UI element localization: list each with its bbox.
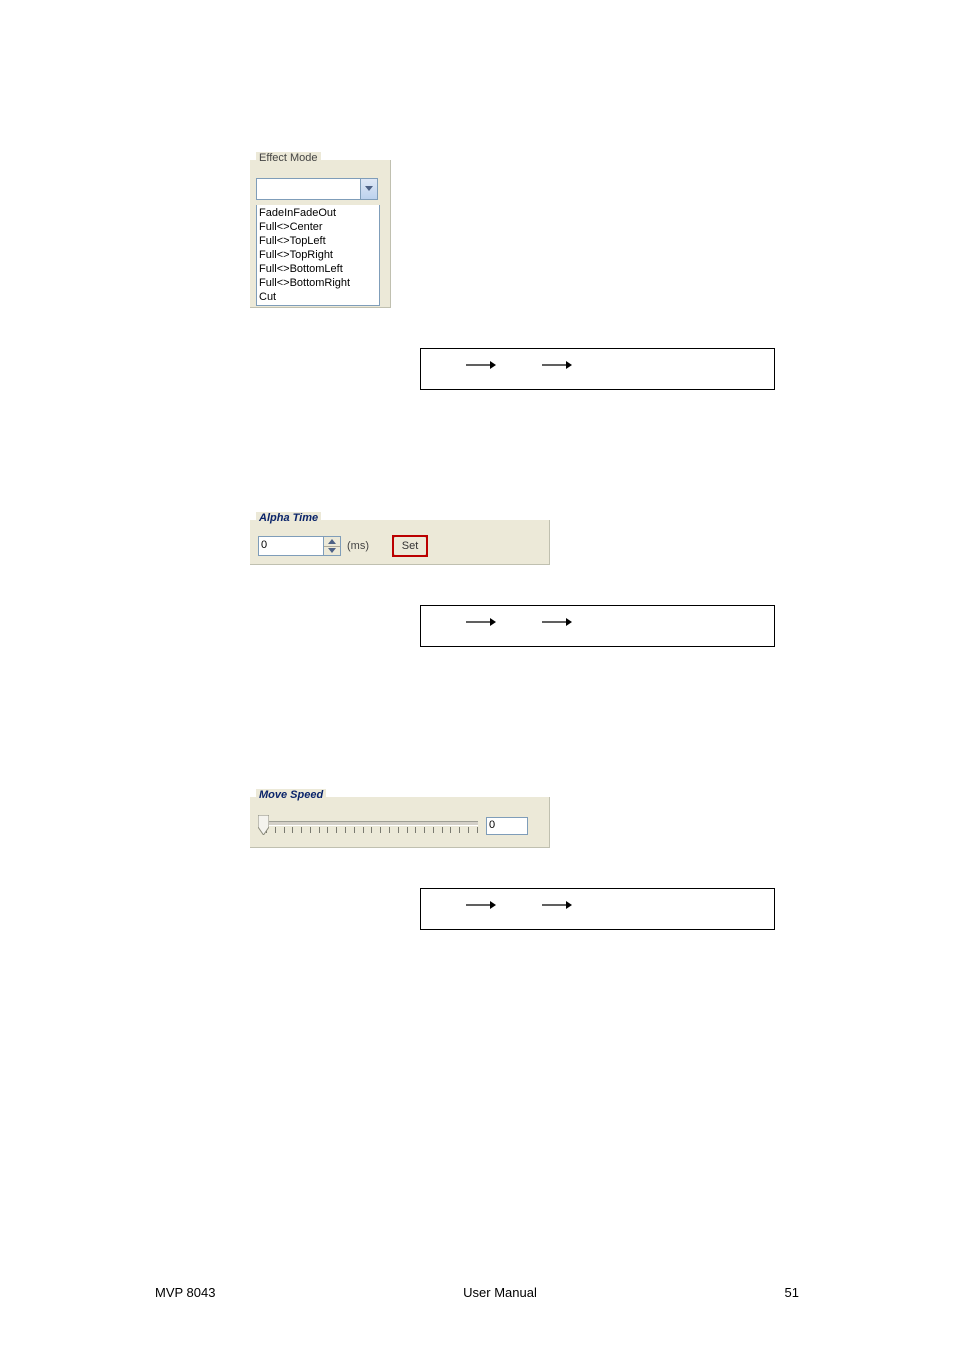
hidden-step1-3: "FSN" xyxy=(504,899,534,911)
alpha-time-unit: (ms) xyxy=(347,540,369,552)
move-speed-value[interactable]: 0 xyxy=(486,817,528,835)
hidden-step1-1: "FSN" xyxy=(504,359,534,371)
spinner-down-icon[interactable] xyxy=(324,547,340,556)
move-speed-slider[interactable] xyxy=(258,813,478,839)
alpha-time-panel: Alpha Time 0 (ms) Set xyxy=(250,520,550,565)
arrow-right-icon xyxy=(466,360,496,370)
option-full-center[interactable]: Full<>Center xyxy=(259,220,377,234)
footer-left: MVP 8043 xyxy=(155,1285,215,1300)
arrow-right-icon xyxy=(542,360,572,370)
option-full-topright[interactable]: Full<>TopRight xyxy=(259,248,377,262)
move-speed-panel: Move Speed 0 xyxy=(250,797,550,848)
hidden-ctrl-1: "Ctrl" xyxy=(433,359,458,371)
hidden-step2-1: "Effect Mode" xyxy=(580,359,646,371)
footer-right: 51 xyxy=(785,1285,799,1300)
effect-mode-select[interactable] xyxy=(256,178,378,200)
alpha-time-value[interactable]: 0 xyxy=(258,536,324,556)
slider-ticks xyxy=(266,827,478,833)
arrow-right-icon xyxy=(466,900,496,910)
arrow-right-icon xyxy=(542,617,572,627)
slider-thumb-icon[interactable] xyxy=(258,815,269,835)
effect-mode-options[interactable]: FadeInFadeOut Full<>Center Full<>TopLeft… xyxy=(256,205,380,306)
hidden-step1-2: "FSN" xyxy=(504,616,534,628)
move-speed-legend: Move Speed xyxy=(256,789,326,801)
option-fadeinfadeout[interactable]: FadeInFadeOut xyxy=(259,206,377,220)
hidden-step3-2: "Set" xyxy=(651,616,675,628)
hidden-ctrl-2: "Ctrl" xyxy=(433,616,458,628)
spinner-up-icon[interactable] xyxy=(324,537,340,547)
alpha-time-input[interactable]: 0 xyxy=(258,536,341,556)
option-full-bottomleft[interactable]: Full<>BottomLeft xyxy=(259,262,377,276)
arrow-right-icon xyxy=(466,617,496,627)
arrow-right-icon xyxy=(542,900,572,910)
option-full-bottomright[interactable]: Full<>BottomRight xyxy=(259,276,377,290)
steps-box-1: "Ctrl" "FSN" "Effect Mode" xyxy=(420,348,775,390)
chevron-down-icon[interactable] xyxy=(360,179,377,199)
steps-box-3: "Ctrl" "FSN" "Move Speed" xyxy=(420,888,775,930)
alpha-time-legend: Alpha Time xyxy=(256,512,321,524)
effect-mode-panel: Effect Mode FadeInFadeOut Full<>Center F… xyxy=(250,160,391,308)
set-button-label: Set xyxy=(402,540,419,552)
set-button[interactable]: Set xyxy=(393,536,427,556)
option-cut[interactable]: Cut xyxy=(259,290,377,304)
option-full-topleft[interactable]: Full<>TopLeft xyxy=(259,234,377,248)
alpha-time-spinner[interactable] xyxy=(324,536,341,556)
effect-mode-legend: Effect Mode xyxy=(256,152,321,164)
hidden-ctrl-3: "Ctrl" xyxy=(433,899,458,911)
slider-track xyxy=(266,821,478,826)
effect-mode-selected xyxy=(257,179,360,199)
footer-center: User Manual xyxy=(463,1285,537,1300)
hidden-step2-3: "Move Speed" xyxy=(580,899,650,911)
page-footer: MVP 8043 User Manual 51 xyxy=(155,1285,799,1300)
hidden-step2-2: "Alpha Time" xyxy=(580,616,643,628)
steps-box-2: "Ctrl" "FSN" "Alpha Time" "Set" xyxy=(420,605,775,647)
